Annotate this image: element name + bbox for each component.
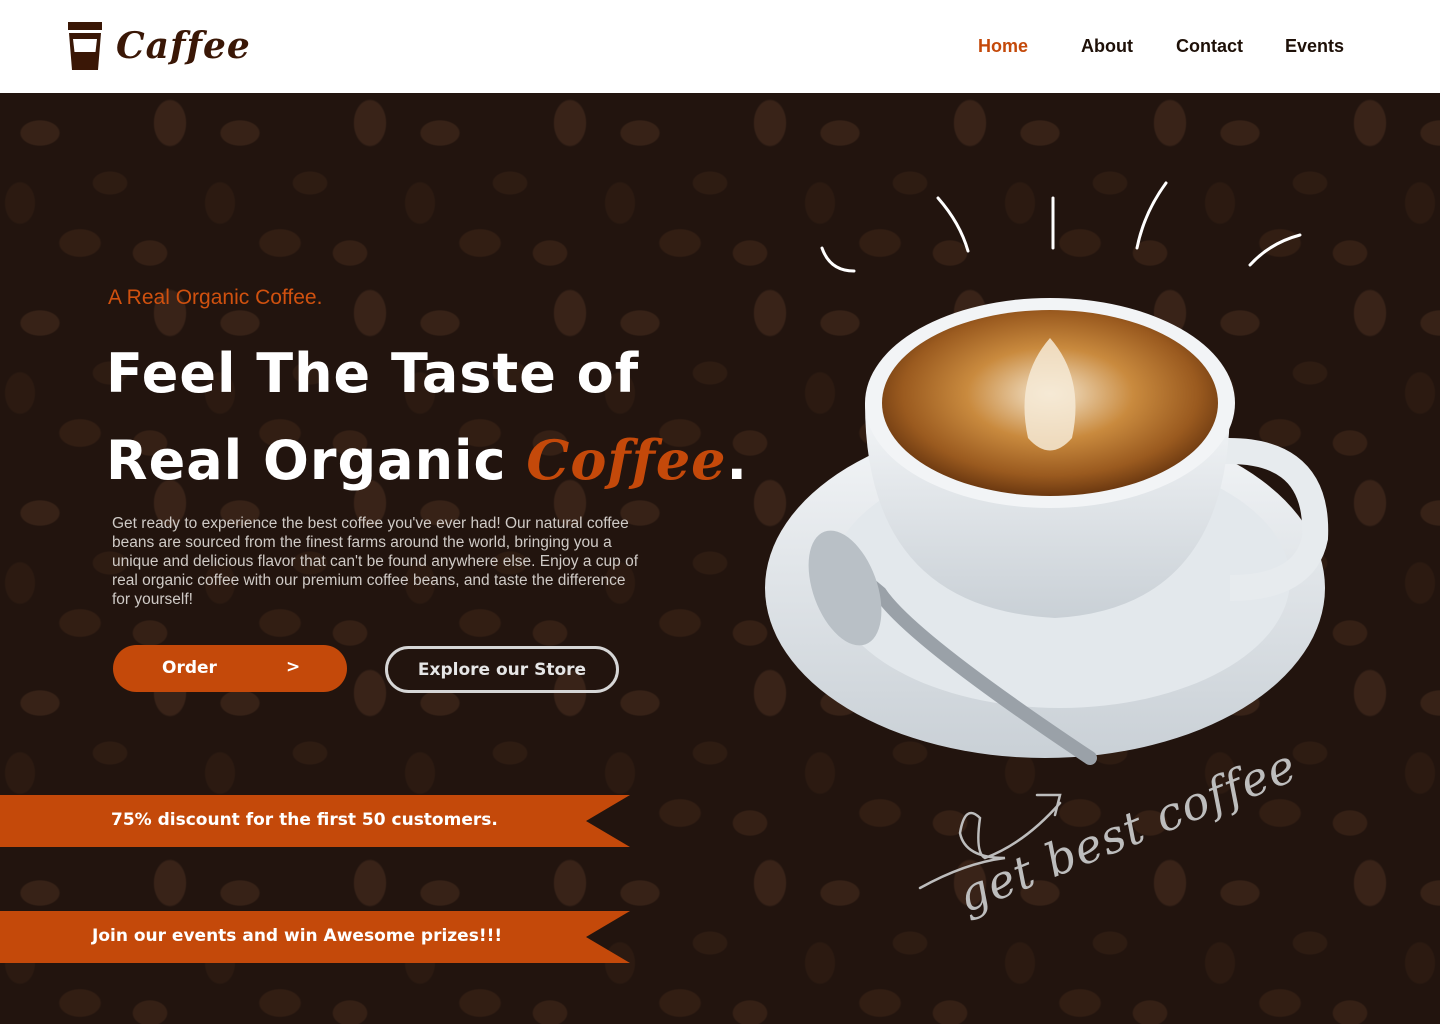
hero-section: A Real Organic Coffee. Feel The Taste of…	[0, 93, 1440, 1024]
promo-text: Join our events and win Awesome prizes!!…	[92, 926, 503, 946]
promo-ribbon-events: Join our events and win Awesome prizes!!…	[0, 911, 630, 963]
order-button[interactable]: Order >	[113, 645, 347, 692]
hero-description: Get ready to experience the best coffee …	[112, 515, 639, 608]
promo-text: 75% discount for the first 50 customers.	[111, 810, 498, 830]
hero-tagline: A Real Organic Coffee.	[108, 286, 323, 309]
nav-home[interactable]: Home	[978, 36, 1028, 57]
nav-events[interactable]: Events	[1285, 36, 1344, 57]
explore-store-button[interactable]: Explore our Store	[385, 646, 619, 693]
headline-accent-word: Coffee	[526, 428, 727, 492]
steam-doodle-icon	[820, 181, 1302, 273]
headline-line-1: Feel The Taste of	[106, 342, 640, 405]
hero-headline: Feel The Taste of Real Organic Coffee.	[106, 331, 748, 504]
nav-contact[interactable]: Contact	[1176, 36, 1243, 57]
nav-about[interactable]: About	[1081, 36, 1133, 57]
main-nav: Home About Contact Events	[0, 36, 1440, 60]
chevron-right-icon: >	[286, 657, 301, 677]
promo-ribbon-discount: 75% discount for the first 50 customers.	[0, 795, 630, 847]
order-button-label: Order	[162, 658, 217, 678]
headline-period: .	[726, 429, 749, 492]
headline-line-2: Real Organic	[106, 429, 527, 492]
coffee-cup-image	[765, 298, 1329, 765]
site-header: Caffee Home About Contact Events	[0, 0, 1440, 93]
